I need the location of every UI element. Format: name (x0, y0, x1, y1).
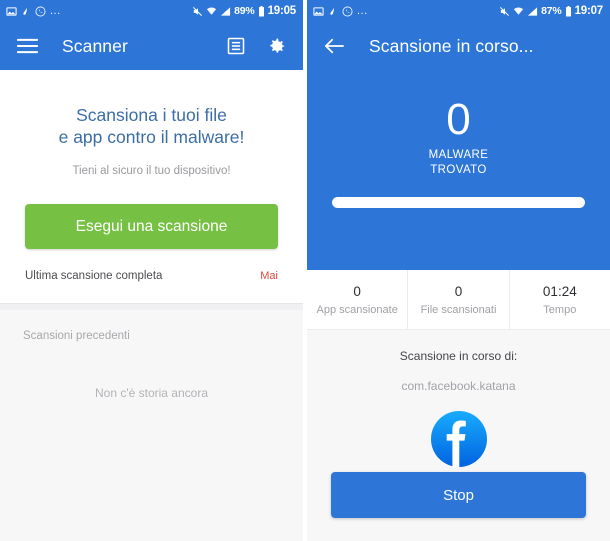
malware-hero-panel: 0 MALWARE TROVATO (307, 70, 610, 270)
stat-files-scanned: 0 File scansionati (407, 270, 508, 329)
signal-icon (221, 6, 231, 16)
history-empty-message: Non c'è storia ancora (94, 386, 208, 400)
status-clock: 19:05 (267, 5, 297, 17)
malware-count: 0 (446, 95, 471, 144)
appbar-actions (223, 33, 289, 59)
last-scan-label: Ultima scansione completa (25, 270, 163, 282)
stat-label: Tempo (543, 303, 577, 316)
history-title: Scansioni precedenti (23, 330, 130, 342)
screenshot-canvas: ... 89% 19:05 Scanner Scansiona i tuoi f… (0, 0, 610, 541)
stop-button[interactable]: Stop (331, 472, 586, 518)
malware-label: MALWARE TROVATO (429, 148, 489, 178)
stat-label: App scansionate (316, 303, 398, 316)
subheadline: Tieni al sicuro il tuo dispositivo! (72, 165, 231, 177)
status-bar-left-icons: ... (6, 6, 61, 17)
status-bar: ... 89% 19:05 (0, 0, 303, 22)
image-icon (6, 6, 17, 16)
battery-icon (258, 5, 264, 16)
stat-value: 01:24 (542, 283, 577, 299)
image-icon (313, 6, 324, 16)
stat-value: 0 (454, 283, 463, 299)
wifi-icon (514, 6, 524, 15)
right-phone-screen: ... 87% 19:07 Scansione in corso... 0 MA… (305, 0, 610, 541)
section-divider (0, 303, 303, 310)
signal-icon (528, 6, 538, 16)
app-bar: Scanner (0, 22, 303, 70)
stat-label: File scansionati (420, 303, 497, 316)
scan-progress-fill (332, 197, 585, 208)
status-clock: 19:07 (574, 5, 604, 17)
whatsapp-icon (342, 6, 353, 16)
intro-card: Scansiona i tuoi file e app contro il ma… (0, 70, 303, 303)
brush-icon (23, 7, 27, 15)
current-scan-package: com.facebook.katana (401, 379, 516, 393)
gear-icon[interactable] (263, 33, 289, 59)
current-scan-section: Scansione in corso di: com.facebook.kata… (307, 330, 610, 541)
status-overflow-dots: ... (50, 5, 61, 17)
app-bar: Scansione in corso... (307, 22, 610, 70)
left-phone-screen: ... 89% 19:05 Scanner Scansiona i tuoi f… (0, 0, 305, 541)
status-bar: ... 87% 19:07 (307, 0, 610, 22)
stat-value: 0 (353, 283, 361, 299)
run-scan-button[interactable]: Esegui una scansione (25, 204, 278, 249)
stop-button-wrap: Stop (307, 472, 610, 541)
mute-icon (500, 6, 510, 16)
battery-icon (565, 5, 571, 16)
wifi-icon (207, 6, 217, 15)
log-list-icon[interactable] (223, 33, 249, 59)
last-scan-value: Mai (260, 270, 278, 282)
mute-icon (193, 6, 203, 16)
headline: Scansiona i tuoi file e app contro il ma… (22, 104, 281, 148)
battery-percent: 87% (541, 5, 562, 17)
headline-line-1: Scansiona i tuoi file (76, 105, 227, 125)
last-scan-row: Ultima scansione completa Mai (25, 249, 278, 303)
page-title: Scanner (62, 35, 128, 56)
scan-stats-row: 0 App scansionate 0 File scansionati 01:… (307, 270, 610, 330)
status-overflow-dots: ... (357, 5, 368, 17)
malware-label-line-2: TROVATO (430, 164, 487, 176)
status-bar-right-icons: 89% 19:05 (192, 5, 296, 17)
facebook-icon (430, 411, 487, 472)
scan-progress-bar (332, 197, 585, 208)
headline-line-2: e app contro il malware! (58, 127, 245, 147)
battery-percent: 89% (234, 5, 255, 17)
current-scan-title: Scansione in corso di: (399, 349, 518, 363)
arrow-back-icon[interactable] (321, 33, 347, 59)
status-bar-left-icons: ... (313, 6, 368, 17)
page-title: Scansione in corso... (369, 35, 534, 56)
status-bar-right-icons: 87% 19:07 (499, 5, 603, 17)
whatsapp-icon (35, 6, 46, 16)
malware-label-line-1: MALWARE (428, 149, 489, 161)
scan-history-section: Scansioni precedenti Non c'è storia anco… (0, 310, 303, 541)
brush-icon (330, 7, 334, 15)
stat-elapsed-time: 01:24 Tempo (508, 270, 610, 329)
hamburger-menu-icon[interactable] (14, 33, 40, 59)
stat-apps-scanned: 0 App scansionate (307, 270, 407, 329)
